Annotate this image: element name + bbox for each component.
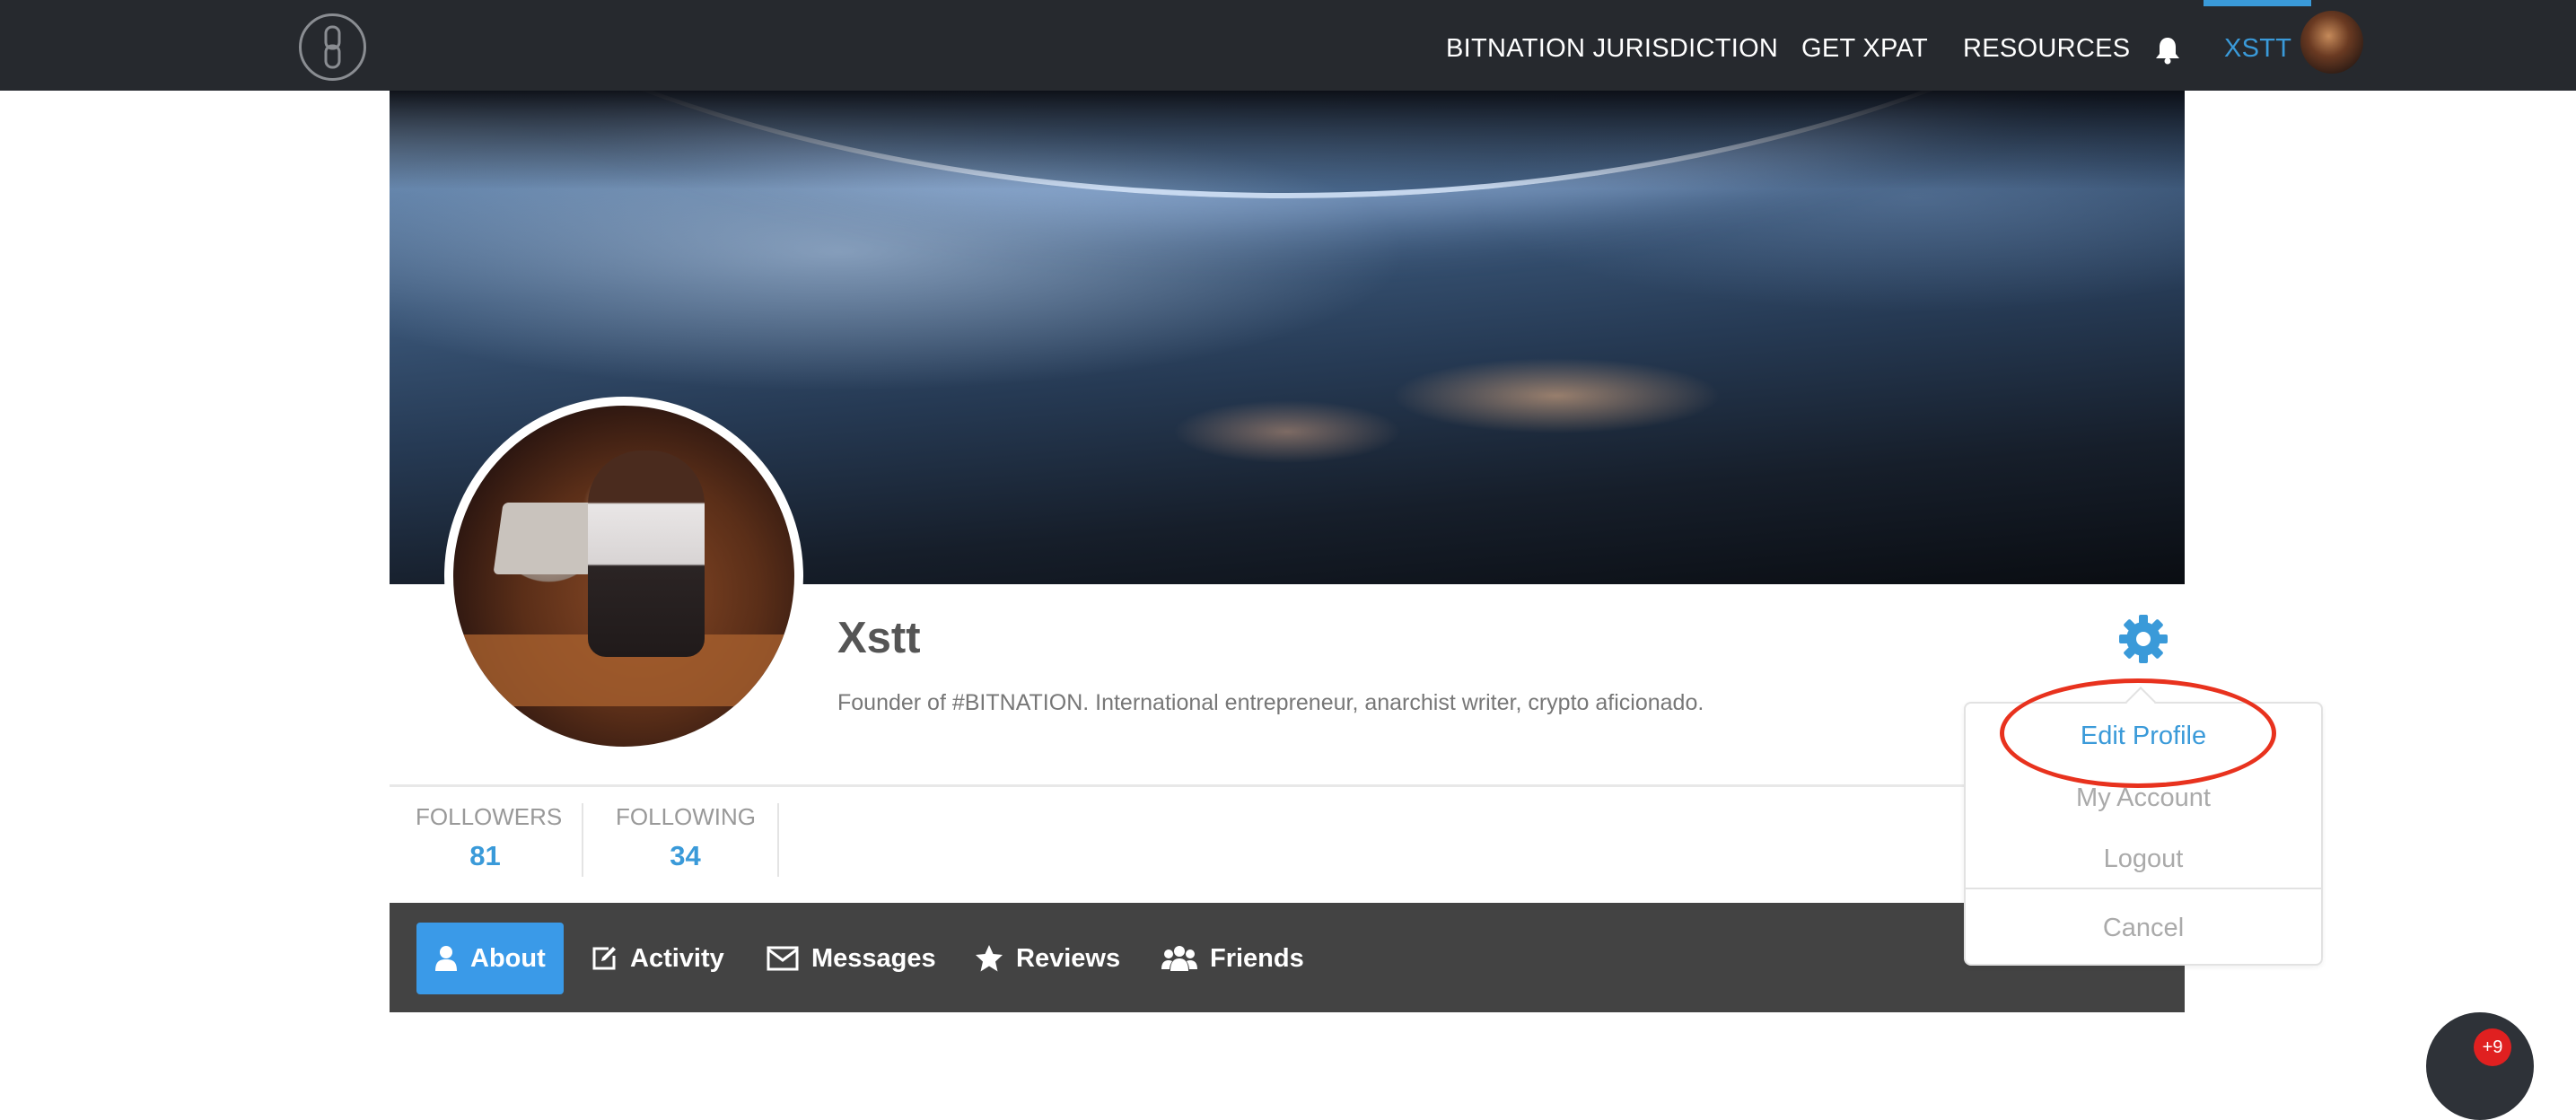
following-stat[interactable]: FOLLOWING 34 [616, 803, 757, 872]
tab-activity-label: Activity [630, 943, 724, 973]
chat-notification-badge: +9 [2474, 1028, 2511, 1066]
followers-count: 81 [469, 840, 501, 871]
profile-avatar [444, 397, 803, 756]
tab-about-label: About [470, 943, 546, 973]
tab-messages[interactable]: Messages [767, 923, 936, 994]
profile-tabbar: About Activity Messages Reviews Friends [390, 903, 2185, 1012]
my-account-menu-item[interactable]: My Account [1966, 783, 2321, 813]
stat-separator [777, 803, 779, 877]
nav-user-avatar[interactable] [2300, 11, 2363, 74]
cancel-menu-item[interactable]: Cancel [1966, 914, 2321, 943]
top-navbar: BITNATION JURISDICTION GET XPAT RESOURCE… [0, 0, 2576, 91]
cover-space [390, 91, 2185, 189]
gear-icon[interactable] [2117, 613, 2169, 665]
tab-reviews[interactable]: Reviews [975, 923, 1120, 994]
profile-bio: Founder of #BITNATION. International ent… [837, 690, 1704, 715]
dropdown-divider [1966, 888, 2321, 889]
envelope-icon [767, 946, 799, 971]
followers-stat[interactable]: FOLLOWERS 81 [416, 803, 563, 872]
user-icon [435, 946, 457, 971]
tab-about[interactable]: About [416, 923, 564, 994]
nav-active-indicator [2204, 0, 2311, 6]
avatar-person [588, 451, 705, 657]
profile-name: Xstt [837, 614, 921, 662]
nav-get-xpat[interactable]: GET XPAT [1801, 34, 1928, 64]
stat-separator [582, 803, 583, 877]
profile-divider [390, 784, 2185, 787]
following-count: 34 [670, 840, 701, 871]
nav-resources[interactable]: RESOURCES [1963, 34, 2130, 64]
edit-icon [592, 947, 616, 970]
tab-activity[interactable]: Activity [591, 923, 724, 994]
edit-profile-menu-item[interactable]: Edit Profile [1966, 722, 2321, 751]
tab-messages-label: Messages [811, 943, 936, 973]
users-icon [1161, 946, 1197, 971]
bitnation-logo-icon[interactable] [299, 13, 366, 81]
chat-bubble-button[interactable] [2426, 1012, 2534, 1120]
tab-friends[interactable]: Friends [1161, 923, 1304, 994]
tab-friends-label: Friends [1210, 943, 1304, 973]
star-icon [976, 945, 1003, 972]
avatar-laptop [493, 503, 602, 574]
nav-user-xstt[interactable]: XSTT [2224, 34, 2291, 64]
following-label: FOLLOWING [616, 803, 757, 830]
bell-icon[interactable] [2154, 36, 2181, 65]
tab-reviews-label: Reviews [1016, 943, 1121, 973]
nav-bitnation-jurisdiction[interactable]: BITNATION JURISDICTION [1446, 34, 1778, 64]
settings-dropdown: Edit Profile My Account Logout Cancel [1964, 702, 2323, 966]
followers-label: FOLLOWERS [416, 803, 563, 830]
logout-menu-item[interactable]: Logout [1966, 844, 2321, 874]
